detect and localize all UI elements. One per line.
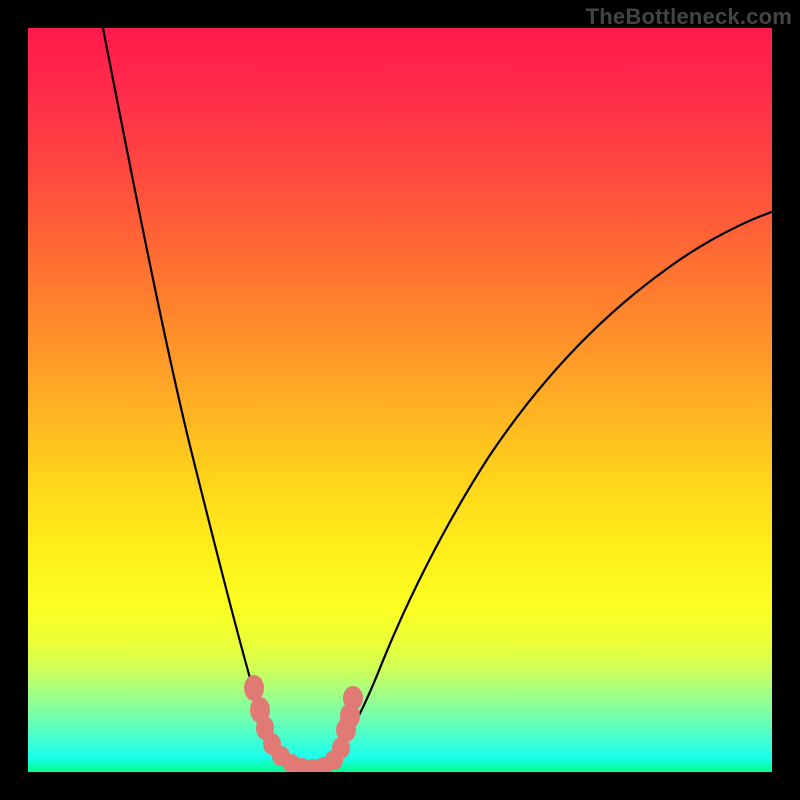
curve-left-branch xyxy=(102,28,296,768)
watermark-text: TheBottleneck.com xyxy=(586,4,792,30)
bottleneck-curve xyxy=(28,28,772,772)
chart-frame: TheBottleneck.com xyxy=(0,0,800,800)
trough-markers xyxy=(244,675,363,772)
curve-right-branch xyxy=(326,206,772,768)
plot-area xyxy=(28,28,772,772)
